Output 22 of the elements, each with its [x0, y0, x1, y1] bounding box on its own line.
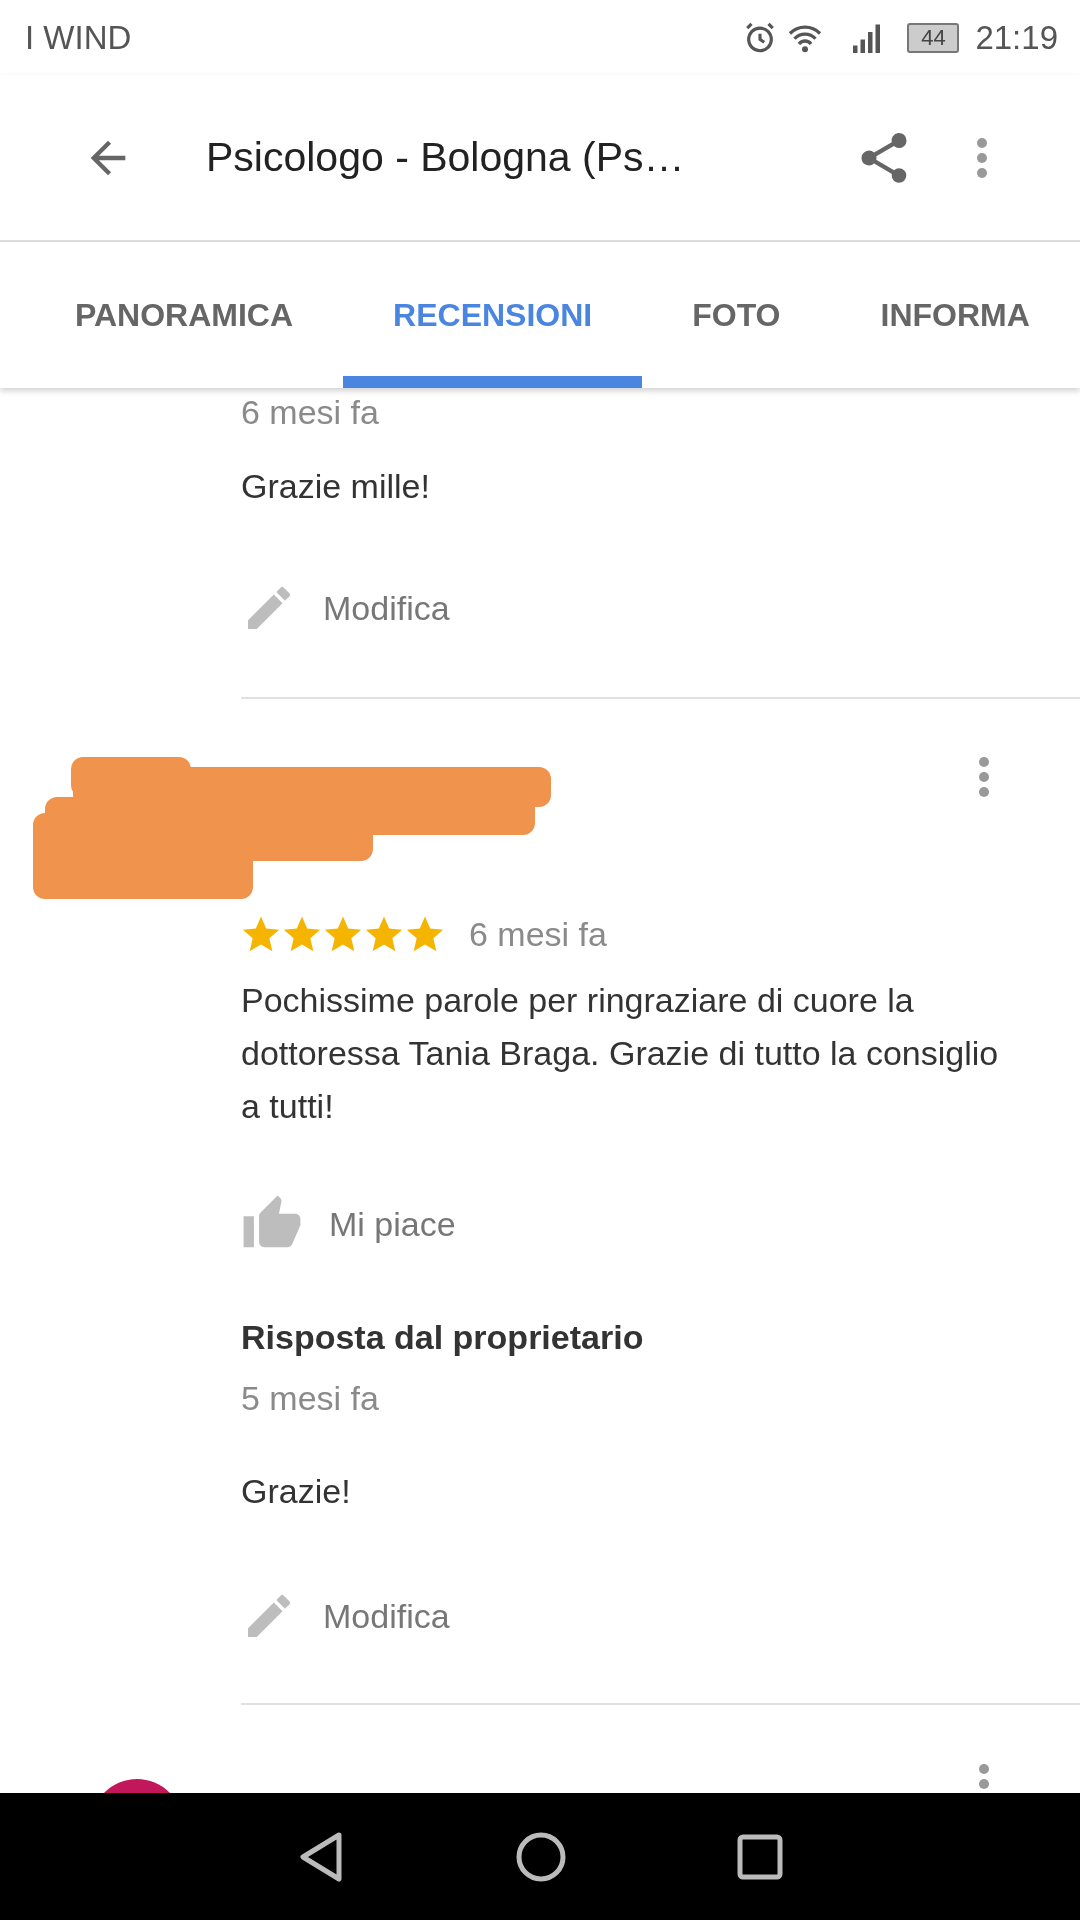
- tab[interactable]: PANORAMICA: [25, 242, 344, 388]
- home-nav-button[interactable]: [515, 1830, 567, 1883]
- battery-indicator: 44: [907, 22, 960, 53]
- edit-button[interactable]: Modifica: [241, 1588, 450, 1644]
- back-nav-button[interactable]: [297, 1830, 345, 1883]
- clock-time: 21:19: [975, 18, 1058, 57]
- recents-nav-button[interactable]: [737, 1833, 783, 1880]
- like-button[interactable]: Mi piace: [241, 1194, 456, 1254]
- tab[interactable]: RECENSIONI: [343, 242, 643, 388]
- review-text: Pochissime parole per ringraziare di cuore la dottoressa Tania Braga. Grazie di tutto la consiglio a tutti!: [241, 980, 1000, 1127]
- reply-text: Grazie!: [241, 1471, 352, 1511]
- owner-reply-heading: Risposta dal proprietario: [241, 1317, 645, 1357]
- tab[interactable]: INFORMA: [830, 242, 1080, 388]
- carrier-name: I WIND: [25, 18, 133, 57]
- edit-button[interactable]: Modifica: [241, 580, 450, 636]
- reply-text: Grazie mille!: [241, 466, 431, 506]
- place-title: Psicologo - Bologna (Ps…: [206, 134, 686, 181]
- review-time: 6 mesi fa: [469, 914, 607, 954]
- reply-time: 6 mesi fa: [241, 392, 380, 432]
- reply-time: 5 mesi fa: [241, 1378, 380, 1418]
- more-icon[interactable]: [978, 757, 990, 797]
- tab[interactable]: FOTO: [642, 242, 831, 388]
